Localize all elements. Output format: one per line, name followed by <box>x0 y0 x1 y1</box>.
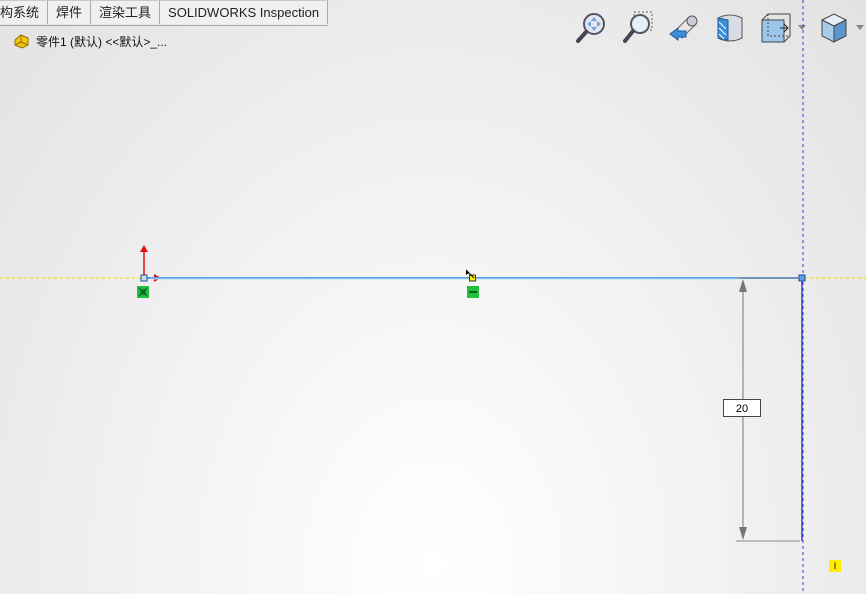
midpoint[interactable] <box>469 274 476 282</box>
tab-weldments[interactable]: 焊件 <box>48 0 92 24</box>
display-style-dropdown[interactable] <box>854 8 866 48</box>
display-style-button[interactable] <box>814 8 854 48</box>
start-point[interactable] <box>140 274 148 282</box>
section-view-button[interactable] <box>710 8 750 48</box>
previous-view-icon <box>669 15 698 41</box>
feature-tree-breadcrumb[interactable]: 零件1 (默认) <<默认>_... <box>12 31 167 51</box>
end-point[interactable] <box>798 274 806 282</box>
tab-structure-system[interactable]: 构系统 <box>0 0 49 24</box>
horizontal-relation-icon <box>467 286 479 298</box>
zoom-to-area-icon <box>623 11 653 43</box>
dimension-value-box[interactable]: 20 <box>723 399 761 417</box>
zoom-to-fit-button[interactable] <box>572 8 612 48</box>
view-orientation-icon <box>761 13 791 43</box>
origin-marker <box>140 245 161 282</box>
view-orientation-dropdown[interactable] <box>796 8 808 48</box>
previous-view-button[interactable] <box>664 8 704 48</box>
graphics-area[interactable] <box>0 0 866 594</box>
tab-solidworks-inspection[interactable]: SOLIDWORKS Inspection <box>160 0 329 24</box>
zoom-to-area-button[interactable] <box>618 8 658 48</box>
part-name-label: 零件1 (默认) <<默认>_... <box>36 34 168 49</box>
display-style-icon <box>820 13 848 43</box>
tab-render-tools[interactable]: 渲染工具 <box>91 0 161 24</box>
command-manager-tabs: 构系统 焊件 渲染工具 SOLIDWORKS Inspection <box>0 0 329 26</box>
mouse-cursor <box>465 269 475 279</box>
heads-up-view-toolbar <box>566 6 866 50</box>
part-icon <box>14 34 29 49</box>
zoom-to-fit-icon <box>576 13 605 43</box>
chevron-down-icon <box>856 25 864 30</box>
status-flag: I <box>829 560 841 572</box>
section-view-icon <box>717 14 743 42</box>
coincident-relation-icon <box>137 286 149 298</box>
chevron-down-icon <box>798 25 806 30</box>
view-orientation-button[interactable] <box>756 8 796 48</box>
